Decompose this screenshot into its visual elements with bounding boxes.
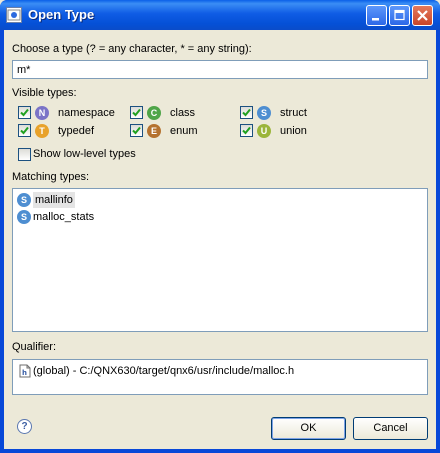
matching-type-name: malloc_stats [33, 211, 95, 223]
checkbox-typedef[interactable] [18, 124, 31, 137]
type-label-class: class [170, 107, 196, 119]
low-level-checkbox[interactable] [18, 148, 31, 161]
qualifier-list[interactable]: h (global) - C:/QNX630/target/qnx6/usr/i… [12, 359, 428, 395]
check-icon [242, 126, 251, 135]
maximize-icon [394, 9, 405, 21]
dialog-body: Choose a type (? = any character, * = an… [4, 30, 436, 449]
pattern-input[interactable] [12, 60, 428, 79]
maximize-button[interactable] [389, 5, 410, 26]
close-button[interactable] [412, 5, 433, 26]
checkbox-struct[interactable] [240, 106, 253, 119]
close-icon [417, 10, 428, 21]
header-file-icon: h [19, 364, 31, 378]
check-icon [20, 108, 29, 117]
minimize-icon [372, 18, 379, 21]
pattern-label: Choose a type (? = any character, * = an… [12, 43, 252, 55]
svg-text:h: h [22, 369, 27, 377]
struct-icon: S [17, 193, 31, 207]
checkbox-class[interactable] [130, 106, 143, 119]
checkbox-enum[interactable] [130, 124, 143, 137]
ok-button[interactable]: OK [271, 417, 346, 440]
checkbox-union[interactable] [240, 124, 253, 137]
window-title: Open Type [28, 7, 95, 22]
matching-type-name: mallinfo [33, 192, 75, 208]
class-icon: C [147, 106, 161, 120]
matching-type-item[interactable]: Smalloc_stats [17, 209, 417, 225]
namespace-icon: N [35, 106, 49, 120]
matching-type-item[interactable]: Smallinfo [17, 192, 417, 208]
low-level-label: Show low-level types [33, 148, 136, 160]
type-label-struct: struct [280, 107, 307, 119]
cancel-button[interactable]: Cancel [353, 417, 428, 440]
qualifier-text: (global) - C:/QNX630/target/qnx6/usr/inc… [33, 365, 295, 377]
qualifier-label: Qualifier: [12, 341, 57, 353]
check-icon [132, 126, 141, 135]
checkbox-namespace[interactable] [18, 106, 31, 119]
minimize-button[interactable] [366, 5, 387, 26]
title-bar[interactable]: Open Type [0, 0, 440, 30]
type-label-namespace: namespace [58, 107, 115, 119]
struct-icon: S [257, 106, 271, 120]
struct-icon: S [17, 210, 31, 224]
typedef-icon: T [35, 124, 49, 138]
help-icon[interactable]: ? [17, 419, 32, 434]
type-label-typedef: typedef [58, 125, 95, 137]
check-icon [132, 108, 141, 117]
enum-icon: E [147, 124, 161, 138]
union-icon: U [257, 124, 271, 138]
open-type-dialog: Open Type Choose a type (? = any charact… [0, 0, 440, 453]
matching-types-list[interactable]: Smallinfo Smalloc_stats [12, 188, 428, 332]
visible-types-label: Visible types: [12, 87, 77, 99]
type-label-union: union [280, 125, 307, 137]
type-label-enum: enum [170, 125, 198, 137]
app-icon [6, 7, 22, 23]
check-icon [242, 108, 251, 117]
matching-types-label: Matching types: [12, 171, 90, 183]
check-icon [20, 126, 29, 135]
qualifier-item[interactable]: h (global) - C:/QNX630/target/qnx6/usr/i… [17, 363, 417, 379]
